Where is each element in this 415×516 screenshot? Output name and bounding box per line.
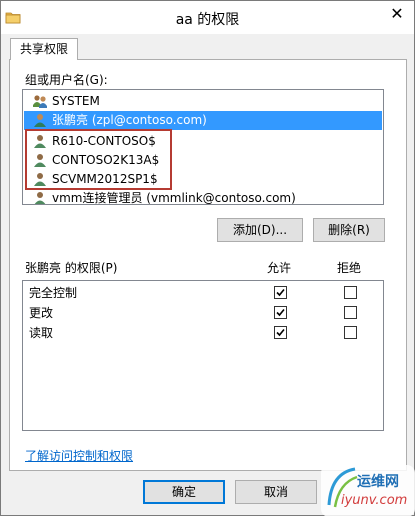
user-icon [34,154,46,167]
checkmark-icon [276,328,285,337]
user-name: vmm连接管理员 (vmmlink@contoso.com) [52,191,296,205]
list-item-vmmlink[interactable]: vmm连接管理员 (vmmlink@contoso.com) [24,189,382,205]
add-button[interactable]: 添加(D)... [217,218,303,242]
deny-header: 拒绝 [337,261,362,275]
list-item-contoso2k13a[interactable]: CONTOSO2K13A$ [24,151,382,170]
read-allow-checkbox[interactable] [274,326,287,339]
user-icon [34,135,46,148]
user-icon [34,173,46,186]
permissions-list: 完全控制 更改 读取 [22,280,384,431]
window-title: aa 的权限 [175,12,240,28]
group-or-user-label: 组或用户名(G): [25,73,108,87]
user-name: CONTOSO2K13A$ [52,153,160,167]
list-item-r610[interactable]: R610-CONTOSO$ [24,132,382,151]
permissions-label: 张鹏亮 的权限(P) [25,261,118,275]
ok-button[interactable]: 确定 [143,480,225,504]
permission-full-control-label: 完全控制 [29,286,78,300]
user-icon [34,192,46,204]
title-bar: aa 的权限 ✕ [1,1,414,34]
learn-access-control-link[interactable]: 了解访问控制和权限 [25,447,133,464]
user-name: R610-CONTOSO$ [52,134,156,148]
user-icon [34,114,46,127]
user-name: 张鹏亮 (zpl@contoso.com) [52,113,207,127]
permission-read-label: 读取 [29,326,54,340]
change-deny-checkbox[interactable] [344,306,357,319]
checkmark-icon [276,308,285,317]
permissions-dialog: aa 的权限 ✕ 共享权限 组或用户名(G): SYSTEM 张鹏亮 (zpl@… [0,0,415,516]
remove-button[interactable]: 删除(R) [313,218,385,242]
list-item-system[interactable]: SYSTEM [24,92,382,111]
change-allow-checkbox[interactable] [274,306,287,319]
cancel-button[interactable]: 取消 [235,480,317,504]
watermark-cn-text: 运维网 [357,474,399,490]
allow-header: 允许 [267,261,292,275]
user-list[interactable]: SYSTEM 张鹏亮 (zpl@contoso.com) R610-CONTOS… [22,89,384,205]
read-deny-checkbox[interactable] [344,326,357,339]
system-users-icon [33,95,47,108]
watermark: 运维网 iyunv.com [311,459,415,516]
user-name: SCVMM2012SP1$ [52,172,158,186]
checkmark-icon [276,288,285,297]
list-item-zpl[interactable]: 张鹏亮 (zpl@contoso.com) [24,111,382,130]
close-icon: ✕ [390,4,404,23]
full-control-deny-checkbox[interactable] [344,286,357,299]
user-name: SYSTEM [52,94,100,108]
permission-change-label: 更改 [29,306,54,320]
tab-share-permissions[interactable]: 共享权限 [10,38,78,60]
full-control-allow-checkbox[interactable] [274,286,287,299]
watermark-url-text: iyunv.com [341,493,408,508]
close-button[interactable]: ✕ [383,3,411,25]
list-item-scvmm2012sp1[interactable]: SCVMM2012SP1$ [24,170,382,189]
